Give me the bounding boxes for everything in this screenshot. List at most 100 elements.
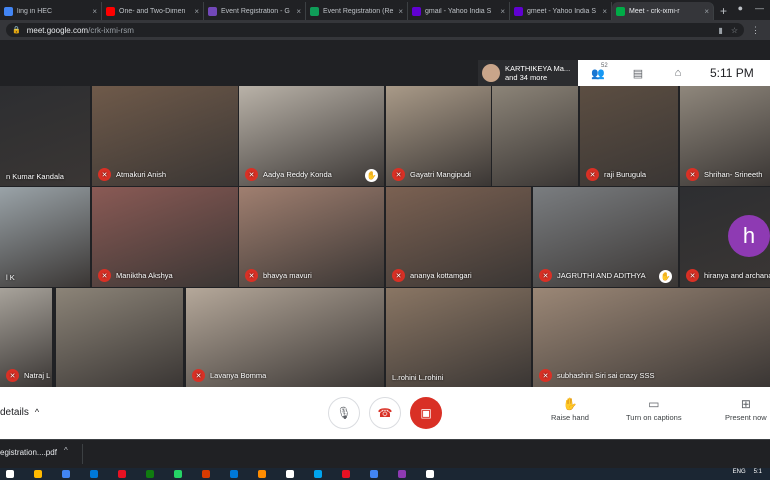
mic-off-icon: ✕ xyxy=(539,369,552,382)
participant-tile[interactable]: ✕ Natraj L xyxy=(0,288,52,387)
activities-button[interactable]: ⌂ xyxy=(658,67,698,79)
taskbar-app-icon[interactable] xyxy=(426,470,434,478)
tab-title: Event Registration (Re xyxy=(323,7,394,15)
camera-blocked-icon[interactable]: ▮ xyxy=(718,26,722,35)
participant-tile[interactable]: ✕ raji Burugula xyxy=(580,86,678,186)
mic-off-icon: ✕ xyxy=(392,269,405,282)
participant-tile[interactable]: ✕ ananya kottamgari xyxy=(386,187,531,287)
taskbar-app-icon[interactable] xyxy=(398,470,406,478)
participant-tile[interactable]: L.rohini L.rohini xyxy=(386,288,531,387)
meeting-clock: 5:11 PM xyxy=(710,66,754,80)
chevron-up-icon[interactable]: ^ xyxy=(64,446,68,455)
forms-icon xyxy=(208,6,217,16)
participant-tile[interactable]: ✕ Maniktha Akshya xyxy=(92,187,238,287)
lock-icon[interactable]: 🔒 xyxy=(12,26,21,34)
browser-tab-active[interactable]: Meet - crk-ixmi-r × xyxy=(612,2,714,20)
minimize-icon[interactable]: — xyxy=(755,3,764,13)
taskbar-app-icon[interactable] xyxy=(6,470,14,478)
presenter-chip[interactable]: KARTHIKEYA Ma... and 34 more xyxy=(478,60,578,86)
close-icon[interactable]: × xyxy=(704,7,709,16)
browser-tab[interactable]: Event Registration (Re × xyxy=(306,2,408,20)
close-icon[interactable]: × xyxy=(398,7,403,16)
present-label: Present now xyxy=(725,413,767,422)
tab-title: ling in HEC xyxy=(17,7,53,15)
taskbar-app-icon[interactable] xyxy=(174,470,182,478)
browser-tab[interactable]: gmail - Yahoo India S × xyxy=(408,2,510,20)
close-icon[interactable]: × xyxy=(602,7,607,16)
taskbar-app-icon[interactable] xyxy=(62,470,70,478)
chevron-up-icon: ^ xyxy=(34,407,40,417)
participant-name: ✕ raji Burugula xyxy=(586,168,646,181)
mic-off-icon: ✕ xyxy=(98,269,111,282)
video-grid: n Kumar Kandala ✕ Atmakuri Anish ✕ Aadya Red… xyxy=(0,86,770,387)
browser-tab[interactable]: Event Registration - G × xyxy=(204,2,306,20)
captions-label: Turn on captions xyxy=(626,413,682,422)
taskbar-app-icon[interactable] xyxy=(230,470,238,478)
participant-name-text: Maniktha Akshya xyxy=(116,271,173,280)
address-bar[interactable]: 🔒 meet.google.com/crk-ixmi-rsm ▮ ☆ xyxy=(6,23,744,37)
record-icon[interactable]: ● xyxy=(738,3,743,13)
raised-hand-icon: ✋ xyxy=(365,169,378,182)
camera-toggle-button[interactable]: ▣ xyxy=(410,397,442,429)
new-tab-button[interactable]: + xyxy=(720,2,727,20)
participant-name-text: ananya kottamgari xyxy=(410,271,472,280)
participant-name-text: hiranya and archana xyxy=(704,271,770,280)
participant-tile[interactable]: ✕ Shrihan- Srineeth xyxy=(680,86,770,186)
participant-tile[interactable]: ✕ bhavya mavuri xyxy=(239,187,384,287)
taskbar-app-icon[interactable] xyxy=(342,470,350,478)
download-filename: egistration....pdf xyxy=(0,448,57,457)
browser-tab[interactable]: gmeet - Yahoo India S × xyxy=(510,2,612,20)
close-icon[interactable]: × xyxy=(296,7,301,16)
taskbar-app-icon[interactable] xyxy=(202,470,210,478)
mic-off-icon: ✕ xyxy=(392,168,405,181)
taskbar-app-icon[interactable] xyxy=(258,470,266,478)
participant-tile[interactable]: n Kumar Kandala xyxy=(0,86,90,186)
taskbar-app-icon[interactable] xyxy=(314,470,322,478)
divider xyxy=(82,444,83,464)
taskbar-app-icon[interactable] xyxy=(34,470,42,478)
meeting-toolbar: 👥 52 ▤ ⌂ 5:11 PM xyxy=(578,60,770,86)
people-button[interactable]: 👥 52 xyxy=(578,63,618,80)
raised-hand-icon: ✋ xyxy=(659,270,672,283)
taskbar-app-icon[interactable] xyxy=(90,470,98,478)
taskbar-app-icon[interactable] xyxy=(370,470,378,478)
taskbar-clock[interactable]: 5:1 xyxy=(754,469,762,475)
captions-button[interactable]: ▭ Turn on captions xyxy=(626,397,682,422)
language-indicator[interactable]: ENG xyxy=(733,469,746,475)
download-item[interactable]: egistration....pdf xyxy=(0,448,57,457)
participant-tile[interactable]: ✕ Atmakuri Anish xyxy=(92,86,238,186)
participant-tile[interactable]: ✕ Aadya Reddy Konda ✋ xyxy=(239,86,384,186)
bookmark-star-icon[interactable]: ☆ xyxy=(731,26,738,35)
url-text: meet.google.com/crk-ixmi-rsm xyxy=(26,25,134,35)
microphone-toggle-button[interactable]: 🎙 xyxy=(328,397,360,429)
participant-tile[interactable]: ✕ Gayatri Mangipudi xyxy=(386,86,491,186)
chat-button[interactable]: ▤ xyxy=(618,67,658,80)
close-icon[interactable]: × xyxy=(92,7,97,16)
chat-icon: ▤ xyxy=(632,67,644,80)
taskbar-app-icon[interactable] xyxy=(286,470,294,478)
participant-tile[interactable]: ✕ JAGRUTHI AND ADITHYA ✋ xyxy=(533,187,678,287)
meeting-details-button[interactable]: details ^ xyxy=(0,407,39,418)
presenter-name: KARTHIKEYA Ma... xyxy=(505,64,571,73)
participant-tile[interactable] xyxy=(56,288,183,387)
browser-tab[interactable]: ling in HEC × xyxy=(0,2,102,20)
browser-menu-icon[interactable]: ⋮ xyxy=(751,25,760,36)
participant-name: ✕ Lavanya Bomma xyxy=(192,369,266,382)
camera-off-icon: ▣ xyxy=(420,406,432,420)
close-icon[interactable]: × xyxy=(500,7,505,16)
participant-tile[interactable]: ✕ subhashini Siri sai crazy SSS xyxy=(533,288,770,387)
participant-tile[interactable] xyxy=(492,86,578,186)
hand-icon: ✋ xyxy=(562,397,578,411)
taskbar-app-icon[interactable] xyxy=(118,470,126,478)
participant-name: ✕ Maniktha Akshya xyxy=(98,269,173,282)
leave-call-button[interactable]: ☎ xyxy=(369,397,401,429)
participant-tile[interactable]: ✕ Lavanya Bomma xyxy=(186,288,384,387)
avatar xyxy=(482,64,500,82)
taskbar-app-icon[interactable] xyxy=(146,470,154,478)
participant-tile[interactable]: l K xyxy=(0,187,90,287)
present-now-button[interactable]: ⊞ Present now xyxy=(725,397,767,422)
browser-tab[interactable]: One- and Two-Dimen × xyxy=(102,2,204,20)
raise-hand-button[interactable]: ✋ Raise hand xyxy=(551,397,589,422)
mic-off-icon: ✕ xyxy=(6,369,19,382)
close-icon[interactable]: × xyxy=(194,7,199,16)
